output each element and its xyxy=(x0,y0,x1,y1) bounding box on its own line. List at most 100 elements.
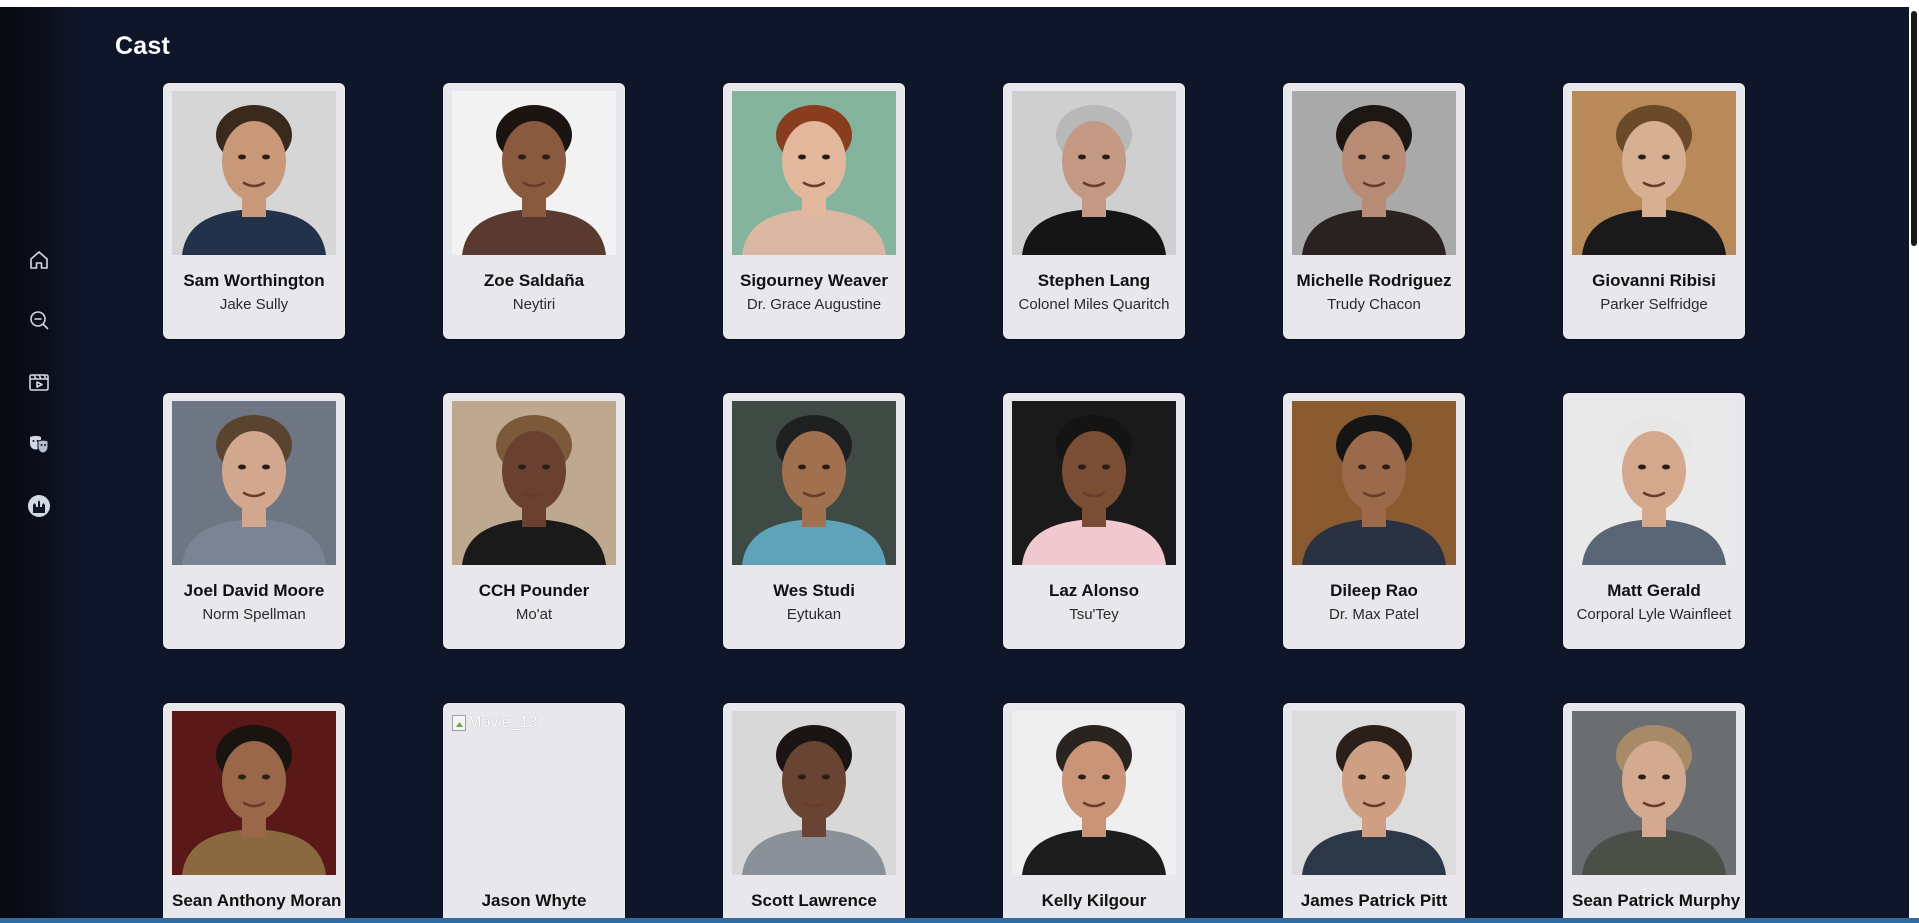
cast-name: Sam Worthington xyxy=(183,271,325,290)
nav-movies[interactable] xyxy=(26,369,52,395)
portrait-illustration xyxy=(1572,711,1736,875)
cast-card[interactable]: Kelly Kilgour xyxy=(1003,703,1185,919)
cast-card[interactable]: Laz Alonso Tsu'Tey xyxy=(1003,393,1185,649)
cast-name: Sigourney Weaver xyxy=(739,271,889,290)
nav-home[interactable] xyxy=(26,247,52,273)
portrait-illustration xyxy=(1292,711,1456,875)
portrait-illustration xyxy=(1012,711,1176,875)
cast-character: Dr. Max Patel xyxy=(1328,606,1420,623)
cast-photo: Movie_13 xyxy=(452,711,616,875)
portrait-illustration xyxy=(172,91,336,255)
cast-name: Jason Whyte xyxy=(481,891,587,910)
sidebar xyxy=(0,7,78,919)
cast-card[interactable]: Joel David Moore Norm Spellman xyxy=(163,393,345,649)
cast-card[interactable]: Sam Worthington Jake Sully xyxy=(163,83,345,339)
portrait-illustration xyxy=(732,401,896,565)
portrait-illustration xyxy=(732,711,896,875)
cast-name: Zoe Saldaña xyxy=(483,271,585,290)
portrait-illustration xyxy=(1572,401,1736,565)
cast-character: Colonel Miles Quaritch xyxy=(1018,296,1170,313)
cast-character: Neytiri xyxy=(512,296,556,313)
cast-card[interactable]: Dileep Rao Dr. Max Patel xyxy=(1283,393,1465,649)
cast-photo xyxy=(172,91,336,255)
cast-photo xyxy=(452,401,616,565)
cast-name: Dileep Rao xyxy=(1330,581,1418,600)
cast-photo xyxy=(1292,401,1456,565)
cast-name: Kelly Kilgour xyxy=(1041,891,1147,910)
portrait-illustration xyxy=(1012,91,1176,255)
portrait-illustration xyxy=(1292,91,1456,255)
cast-card[interactable]: Stephen Lang Colonel Miles Quaritch xyxy=(1003,83,1185,339)
cast-name: Giovanni Ribisi xyxy=(1592,271,1716,290)
cast-name: Joel David Moore xyxy=(183,581,325,600)
cast-name: Scott Lawrence xyxy=(751,891,877,910)
cast-photo xyxy=(1012,91,1176,255)
scrollbar-thumb[interactable] xyxy=(1911,11,1917,246)
scrollbar[interactable] xyxy=(1909,7,1919,919)
portrait-illustration xyxy=(1292,401,1456,565)
cast-character: Jake Sully xyxy=(219,296,289,313)
castle-icon xyxy=(28,495,50,517)
cast-photo xyxy=(1012,711,1176,875)
portrait-illustration xyxy=(452,91,616,255)
cast-photo xyxy=(1572,91,1736,255)
cast-name: Sean Anthony Moran xyxy=(172,891,342,910)
cast-card[interactable]: Michelle Rodriguez Trudy Chacon xyxy=(1283,83,1465,339)
cast-character: Tsu'Tey xyxy=(1069,606,1119,623)
cast-name: James Patrick Pitt xyxy=(1300,891,1448,910)
portrait-illustration xyxy=(172,711,336,875)
cast-card[interactable]: CCH Pounder Mo'at xyxy=(443,393,625,649)
cast-photo xyxy=(1572,711,1736,875)
app-window: Cast Sam Worthington Jake Sully Zoe Saldañ… xyxy=(0,7,1909,919)
nav-search[interactable] xyxy=(26,307,52,333)
cast-character: Dr. Grace Augustine xyxy=(746,296,882,313)
page-title: Cast xyxy=(115,32,170,60)
cast-card[interactable]: Sean Anthony Moran xyxy=(163,703,345,919)
portrait-illustration xyxy=(732,91,896,255)
broken-image-icon xyxy=(452,715,466,731)
cast-grid: Sam Worthington Jake Sully Zoe Saldaña Neyt… xyxy=(163,83,1745,919)
cast-photo xyxy=(1292,91,1456,255)
cast-character: Corporal Lyle Wainfleet xyxy=(1576,606,1732,623)
cast-character: Mo'at xyxy=(515,606,553,623)
search-icon xyxy=(30,311,49,330)
window-bottom-edge xyxy=(0,918,1919,923)
cast-name: Sean Patrick Murphy xyxy=(1572,891,1741,910)
portrait-illustration xyxy=(452,401,616,565)
nav-cast[interactable] xyxy=(26,431,52,457)
cast-card[interactable]: James Patrick Pitt xyxy=(1283,703,1465,919)
cast-card[interactable]: Giovanni Ribisi Parker Selfridge xyxy=(1563,83,1745,339)
cast-photo xyxy=(1292,711,1456,875)
cast-card[interactable]: Sean Patrick Murphy xyxy=(1563,703,1745,919)
cast-photo xyxy=(172,711,336,875)
cast-card[interactable]: Sigourney Weaver Dr. Grace Augustine xyxy=(723,83,905,339)
cast-name: Michelle Rodriguez xyxy=(1296,271,1452,290)
movies-icon xyxy=(29,374,49,391)
home-icon xyxy=(30,251,48,269)
theater-masks-icon xyxy=(30,435,49,454)
cast-card[interactable]: Movie_13 Jason Whyte xyxy=(443,703,625,919)
cast-card[interactable]: Wes Studi Eytukan xyxy=(723,393,905,649)
portrait-illustration xyxy=(172,401,336,565)
cast-character: Parker Selfridge xyxy=(1600,296,1708,313)
cast-card[interactable]: Matt Gerald Corporal Lyle Wainfleet xyxy=(1563,393,1745,649)
cast-photo xyxy=(732,711,896,875)
cast-card[interactable]: Zoe Saldaña Neytiri xyxy=(443,83,625,339)
cast-photo xyxy=(452,91,616,255)
broken-image-alt-text: Movie_13 xyxy=(468,714,538,731)
cast-photo xyxy=(1572,401,1736,565)
cast-photo xyxy=(732,401,896,565)
cast-character: Trudy Chacon xyxy=(1327,296,1421,313)
cast-character: Norm Spellman xyxy=(202,606,306,623)
cast-name: CCH Pounder xyxy=(478,581,590,600)
cast-character: Eytukan xyxy=(786,606,842,623)
cast-name: Stephen Lang xyxy=(1037,271,1151,290)
portrait-illustration xyxy=(1572,91,1736,255)
broken-image-alt: Movie_13 xyxy=(452,714,537,732)
cast-name: Matt Gerald xyxy=(1607,581,1701,600)
cast-card[interactable]: Scott Lawrence xyxy=(723,703,905,919)
nav-disney[interactable] xyxy=(26,493,52,519)
cast-photo xyxy=(172,401,336,565)
cast-name: Laz Alonso xyxy=(1048,581,1140,600)
cast-photo xyxy=(732,91,896,255)
